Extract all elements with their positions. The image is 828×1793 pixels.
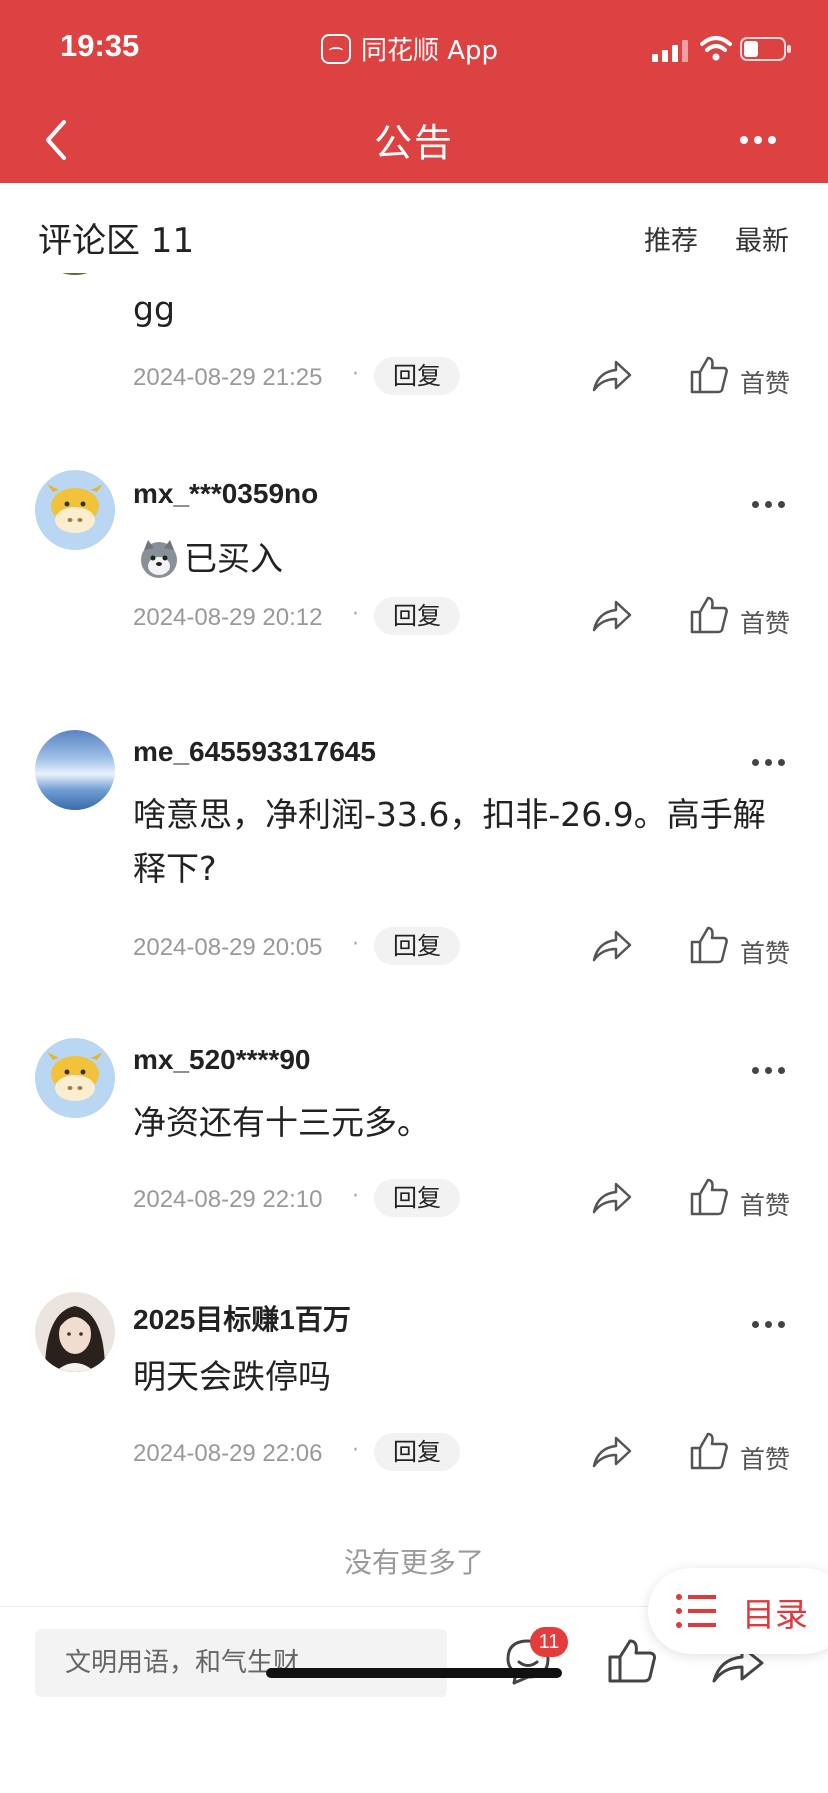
status-app-indicator[interactable]: 同花顺 App — [321, 30, 498, 67]
list-icon — [676, 1594, 716, 1628]
reply-button[interactable]: 回复 — [374, 927, 460, 965]
avatar[interactable] — [35, 730, 115, 810]
username[interactable]: mx_***0359no — [133, 478, 318, 510]
separator-dot: · — [352, 932, 359, 957]
avatar[interactable] — [35, 470, 115, 550]
comment-time: 2024-08-29 21:25 — [133, 364, 323, 391]
separator-dot: · — [352, 1184, 359, 1209]
like-icon[interactable] — [688, 924, 730, 966]
comment-text: 明天会跌停吗 — [133, 1357, 331, 1396]
reply-button[interactable]: 回复 — [374, 1433, 460, 1471]
home-indicator[interactable] — [266, 1668, 562, 1678]
comment-more-icon[interactable] — [752, 1314, 792, 1334]
username[interactable]: me_645593317645 — [133, 736, 376, 768]
cow-mascot-icon — [47, 484, 103, 533]
comment-text: 已买入 — [184, 539, 283, 578]
like-label: 首赞 — [740, 939, 791, 968]
wifi-icon — [700, 36, 732, 61]
husky-emoji-icon — [141, 540, 177, 578]
like-icon[interactable] — [688, 1176, 730, 1218]
comment-more-icon[interactable] — [752, 1060, 792, 1080]
comment-more-icon[interactable] — [752, 752, 792, 772]
share-icon[interactable] — [590, 926, 634, 966]
status-app-label: 同花顺 App — [361, 36, 499, 66]
sort-latest[interactable]: 最新 — [735, 219, 789, 258]
like-label: 首赞 — [740, 609, 791, 638]
reply-button[interactable]: 回复 — [374, 357, 460, 395]
comment-text: 啥意思，净利润-33.6，扣非-26.9。高手解释下? — [133, 795, 766, 888]
sort-recommended[interactable]: 推荐 — [644, 219, 698, 258]
avatar[interactable] — [35, 1292, 115, 1372]
status-time: 19:35 — [60, 28, 140, 63]
like-icon[interactable] — [688, 594, 730, 636]
comment-input[interactable]: 文明用语，和气生财 — [35, 1629, 447, 1697]
table-of-contents-button[interactable]: 目录 — [648, 1568, 828, 1654]
comment-time: 2024-08-29 20:12 — [133, 604, 323, 631]
like-icon[interactable] — [688, 354, 730, 396]
like-label: 首赞 — [740, 1191, 791, 1220]
toc-label: 目录 — [742, 1595, 808, 1634]
thumbs-up-icon[interactable] — [606, 1635, 658, 1687]
page-title: 公告 — [373, 121, 454, 165]
username[interactable]: 2025目标赚1百万 — [133, 1298, 351, 1338]
share-icon[interactable] — [590, 596, 634, 636]
comment-item: 2025目标赚1百万 明天会跌停吗 2024-08-29 22:06 · 回复 … — [0, 1292, 828, 1512]
comment-count-title: 评论区 11 — [38, 221, 195, 261]
comment-text: gg — [133, 289, 175, 328]
avatar[interactable] — [35, 1038, 115, 1118]
comment-text-row: 已买入 — [138, 532, 788, 586]
comment-count-badge: 11 — [530, 1627, 568, 1657]
like-label: 首赞 — [740, 1445, 791, 1474]
user-photo-icon — [45, 1306, 105, 1372]
like-label: 首赞 — [740, 369, 791, 398]
like-icon[interactable] — [688, 1430, 730, 1472]
app-logo-icon — [321, 33, 351, 64]
reply-button[interactable]: 回复 — [374, 1179, 460, 1217]
comment-time: 2024-08-29 22:06 — [133, 1440, 323, 1467]
battery-icon — [740, 37, 791, 61]
top-bar: 19:35 同花顺 App 公告 — [0, 0, 828, 183]
comment-text: 净资还有十三元多。 — [133, 1103, 430, 1142]
reply-button[interactable]: 回复 — [374, 597, 460, 635]
cellular-signal-icon — [652, 40, 688, 62]
separator-dot: · — [352, 1438, 359, 1463]
cow-mascot-icon — [47, 1052, 103, 1101]
comment-item: mx_***0359no 已买入 2024-08-29 20:12 · 回复 首… — [0, 470, 828, 690]
share-icon[interactable] — [590, 1178, 634, 1218]
comment-time: 2024-08-29 20:05 — [133, 934, 323, 961]
comment-section-header: 评论区 11 推荐 最新 — [0, 183, 828, 273]
username[interactable]: mx_520****90 — [133, 1044, 311, 1076]
separator-dot: · — [352, 362, 359, 387]
share-icon[interactable] — [590, 356, 634, 396]
more-options-icon[interactable] — [740, 120, 790, 160]
separator-dot: · — [352, 602, 359, 627]
comment-more-icon[interactable] — [752, 494, 792, 514]
comment-time: 2024-08-29 22:10 — [133, 1186, 323, 1213]
comment-item: me_645593317645 啥意思，净利润-33.6，扣非-26.9。高手解… — [0, 730, 828, 1000]
share-icon[interactable] — [590, 1432, 634, 1472]
comment-item: mx_520****90 净资还有十三元多。 2024-08-29 22:10 … — [0, 1038, 828, 1258]
